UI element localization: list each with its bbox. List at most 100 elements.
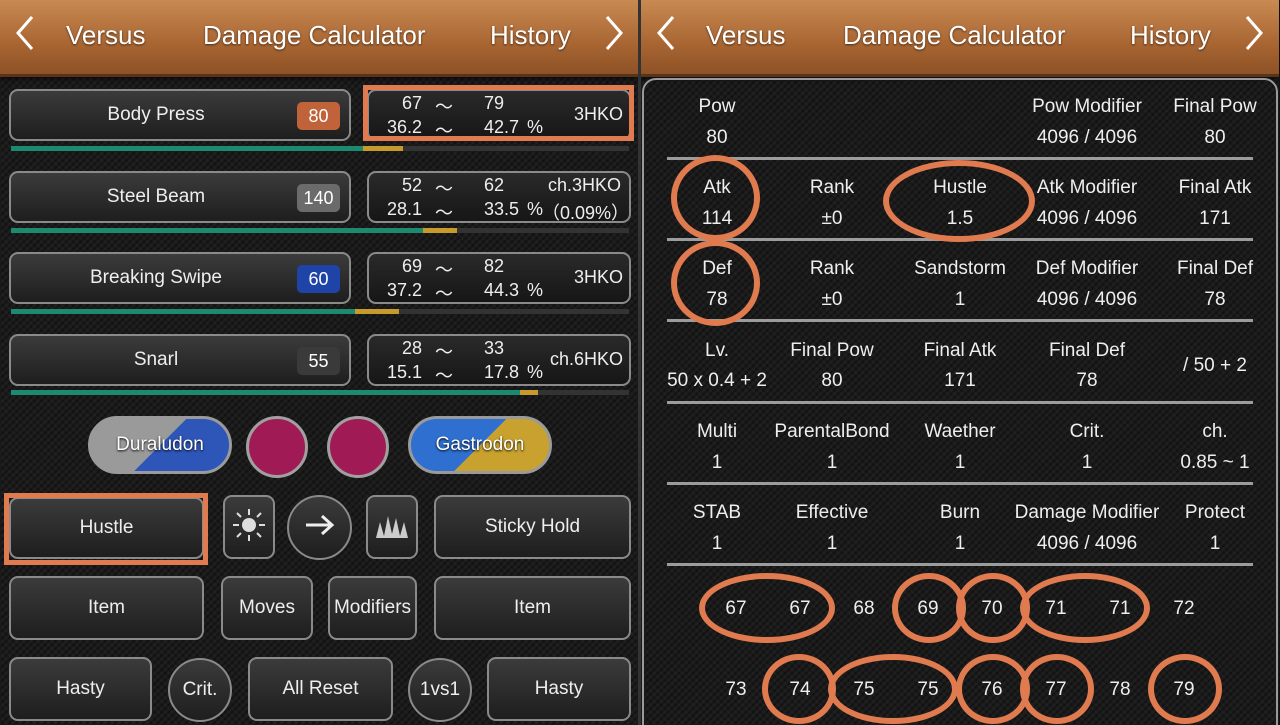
attacker-pokemon-button[interactable]: Duraludon	[88, 416, 232, 474]
defender-nature-label: Hasty	[534, 678, 584, 699]
formula-def-value: 78	[1076, 370, 1098, 391]
atk-rank-value: ±0	[821, 208, 843, 229]
move-button[interactable]: Steel Beam 140	[9, 171, 351, 223]
weather-button[interactable]	[223, 495, 275, 559]
damage-min: 52	[401, 175, 422, 195]
damage-modifier-value: 4096 / 4096	[1036, 533, 1138, 554]
crit-label: Crit.	[182, 679, 218, 700]
highlight-roll-74	[762, 654, 836, 724]
damage-range-box[interactable]: 28 〜 33 15.1 〜 17.8% ch.6HKO	[367, 334, 631, 386]
attacker-item-button[interactable]: Item	[9, 576, 204, 640]
formula-tail: / 50 + 2	[1183, 355, 1247, 376]
percent-max: 44.3	[484, 280, 520, 300]
move-name: Snarl	[133, 349, 179, 370]
formula-atk-value: 171	[944, 370, 976, 391]
chevron-right-icon[interactable]	[603, 14, 625, 52]
damage-roll: 68	[853, 598, 875, 619]
highlight-def	[671, 240, 760, 326]
move-button[interactable]: Snarl 55	[9, 334, 351, 386]
all-reset-button[interactable]: All Reset	[248, 657, 393, 721]
highlight-rolls-67	[699, 573, 835, 643]
all-reset-label: All Reset	[282, 678, 359, 699]
chevron-left-icon[interactable]	[655, 14, 677, 52]
damage-variance-bar	[354, 309, 400, 314]
pow-modifier-value: 4096 / 4096	[1036, 127, 1138, 148]
final-def-label: Final Def	[1176, 258, 1254, 279]
damage-min: 69	[401, 256, 422, 276]
highlight-roll-79	[1148, 654, 1222, 724]
nav-history[interactable]: History	[1130, 0, 1211, 70]
chevron-left-icon[interactable]	[14, 14, 36, 52]
damage-variance-bar	[423, 228, 458, 233]
move-name: Body Press	[107, 104, 205, 125]
random-label: ch.	[1202, 421, 1228, 442]
final-pow-label: Final Pow	[1173, 96, 1257, 117]
highlight-ability	[4, 493, 208, 565]
level-formula: 50 x 0.4 + 2	[667, 370, 767, 391]
moves-button[interactable]: Moves	[221, 576, 313, 640]
nav-history[interactable]: History	[490, 0, 571, 70]
highlight-roll-76	[956, 654, 1030, 724]
weather-value: 1	[954, 289, 966, 310]
tilde: 〜	[435, 179, 453, 199]
attacker-nature-button[interactable]: Hasty	[9, 657, 152, 721]
hp-remaining-bar	[11, 390, 521, 395]
attacker-type-indicator[interactable]	[246, 416, 308, 478]
highlight-roll-69	[892, 573, 966, 643]
defender-type-indicator[interactable]	[327, 416, 389, 478]
defender-item-button[interactable]: Item	[434, 576, 631, 640]
damage-max: 62	[484, 175, 505, 195]
parental-bond-value: 1	[826, 452, 838, 473]
divider	[667, 319, 1253, 322]
def-rank-label: Rank	[809, 258, 855, 279]
pow-value: 80	[706, 127, 728, 148]
hp-remaining-bar	[11, 146, 364, 151]
damage-modifier-label: Damage Modifier	[1014, 502, 1160, 523]
battle-mode-button[interactable]: 1vs1	[408, 658, 472, 722]
move-button[interactable]: Body Press 80	[9, 89, 351, 141]
crit-button[interactable]: Crit.	[168, 658, 232, 722]
highlight-body-press-damage	[363, 85, 634, 141]
defender-pokemon-button[interactable]: Gastrodon	[408, 416, 552, 474]
divider	[667, 482, 1253, 485]
parental-bond-label: ParentalBond	[774, 421, 890, 442]
direction-button[interactable]	[287, 495, 352, 560]
formula-def-label: Final Def	[1048, 340, 1126, 361]
chevron-right-icon[interactable]	[1243, 14, 1265, 52]
defender-nature-button[interactable]: Hasty	[487, 657, 631, 721]
percent-max: 33.5	[484, 199, 520, 219]
highlight-rolls-71	[1020, 573, 1150, 643]
damage-range-box[interactable]: 52 〜 62 28.1 〜 33.5% ch.3HKO （0.09%）	[367, 171, 631, 223]
tilde: 〜	[435, 366, 453, 386]
nav-versus[interactable]: Versus	[66, 0, 146, 70]
hp-remaining-bar	[11, 228, 424, 233]
move-power: 80	[297, 102, 340, 130]
moves-label: Moves	[239, 597, 295, 618]
percent-sign: %	[527, 199, 544, 219]
weather-mult-label: Waether	[924, 421, 996, 442]
percent-sign: %	[527, 362, 544, 382]
divider	[667, 563, 1253, 566]
random-value: 0.85 ~ 1	[1180, 452, 1250, 473]
formula-pow-label: Final Pow	[790, 340, 874, 361]
level-label: Lv.	[705, 340, 729, 361]
highlight-atk	[671, 155, 760, 241]
move-power: 60	[297, 265, 340, 293]
burn-value: 1	[954, 533, 966, 554]
grass-icon	[374, 510, 410, 545]
final-atk-label: Final Atk	[1178, 177, 1252, 198]
damage-range-box[interactable]: 69 〜 82 37.2 〜 44.3% 3HKO	[367, 252, 631, 304]
def-rank-value: ±0	[821, 289, 843, 310]
effective-label: Effective	[795, 502, 869, 523]
def-modifier-value: 4096 / 4096	[1036, 289, 1138, 310]
move-button[interactable]: Breaking Swipe 60	[9, 252, 351, 304]
arrow-right-icon	[302, 513, 338, 543]
ko-chance: ch.6HKO	[549, 349, 623, 369]
divider	[667, 401, 1253, 404]
defender-ability-button[interactable]: Sticky Hold	[434, 495, 631, 559]
percent-min: 15.1	[386, 362, 422, 382]
terrain-button[interactable]	[366, 495, 418, 559]
hp-remaining-bar	[11, 309, 355, 314]
modifiers-button[interactable]: Modifiers	[328, 576, 417, 640]
nav-versus[interactable]: Versus	[706, 0, 786, 70]
